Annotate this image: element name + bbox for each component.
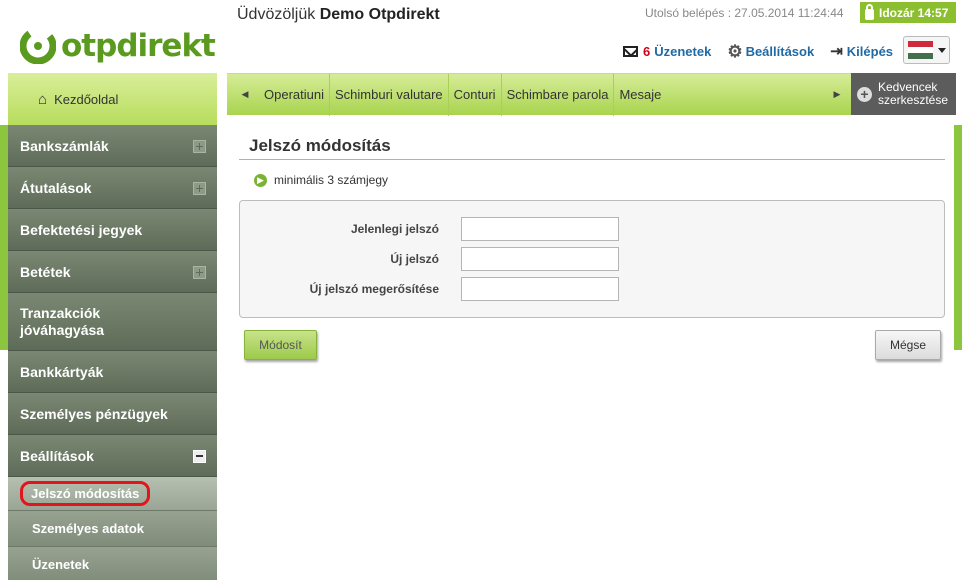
expand-icon[interactable] (193, 139, 206, 153)
confirm-password-label: Új jelszó megerősítése (309, 282, 439, 296)
tab-mesaje[interactable]: Mesaje (614, 74, 666, 116)
nav-item-befektetesi-jegyek[interactable]: Befektetési jegyek (8, 209, 217, 251)
scroll-right-icon[interactable]: ▶ (829, 89, 845, 100)
confirm-password-input[interactable] (461, 277, 619, 301)
messages-link[interactable]: 6 Üzenetek (623, 44, 711, 59)
collapse-icon[interactable] (193, 449, 206, 463)
tab-conturi[interactable]: Conturi (449, 73, 502, 116)
subnav-item-szemelyes-adatok[interactable]: Személyes adatok (8, 511, 217, 547)
scroll-left-icon[interactable]: ◀ (237, 89, 253, 100)
user-name: Demo Otpdirekt (319, 6, 440, 23)
subnav-item-uzenetek[interactable]: Üzenetek (8, 547, 217, 580)
otpdirekt-logo[interactable]: otpdirekt (20, 26, 216, 66)
logout-link[interactable]: ⇥ Kilépés (830, 42, 893, 60)
expand-icon[interactable] (193, 181, 206, 195)
language-selector[interactable] (903, 36, 950, 64)
nav-item-atutalasok[interactable]: Átutalások (8, 167, 217, 209)
left-accent-bar (0, 125, 8, 350)
password-hint: ▶ minimális 3 számjegy (254, 173, 388, 187)
otp-logo-icon (20, 28, 56, 64)
edit-favorites-button[interactable]: + Kedvencek szerkesztése (851, 73, 956, 115)
page-title: Jelszó módosítás (249, 136, 391, 155)
new-password-row: Új jelszó (240, 247, 944, 271)
arrow-right-icon: ▶ (254, 173, 267, 187)
last-login-text: Utolsó belépés : 27.05.2014 11:24:44 (645, 6, 844, 20)
tab-operatiuni[interactable]: Operatiuni (259, 73, 330, 116)
main-navigation: Bankszámlák Átutalások Befektetési jegye… (8, 125, 217, 580)
expand-icon[interactable] (193, 265, 206, 279)
settings-link-label: Beállítások (745, 43, 815, 59)
nav-item-bankkartyak[interactable]: Bankkártyák (8, 351, 217, 393)
gear-icon: ⚙ (727, 41, 743, 61)
confirm-password-row: Új jelszó megerősítése (240, 277, 944, 301)
nav-item-tranzakciok-jovahagyasa[interactable]: Tranzakciók jóváhagyása (8, 293, 217, 351)
new-password-input[interactable] (461, 247, 619, 271)
current-password-label: Jelenlegi jelszó (350, 222, 439, 236)
nav-item-bankszamlak[interactable]: Bankszámlák (8, 125, 217, 167)
logo-text: otpdirekt (61, 28, 216, 64)
hungary-flag-icon (908, 41, 933, 59)
right-accent-bar (954, 125, 962, 350)
session-timer: Idozár 14:57 (860, 2, 956, 23)
tab-schimburi-valutare[interactable]: Schimburi valutare (330, 73, 449, 116)
nav-item-szemelyes-penzugyek[interactable]: Személyes pénzügyek (8, 393, 217, 435)
tab-schimbare-parola[interactable]: Schimbare parola (502, 73, 615, 116)
shortcut-tab-bar: ◀ Operatiuni Schimburi valutare Conturi … (227, 73, 851, 116)
welcome-text: Üdvözöljük Demo Otpdirekt (237, 6, 440, 23)
password-form: Jelenlegi jelszó Új jelszó Új jelszó meg… (239, 200, 945, 318)
current-password-input[interactable] (461, 217, 619, 241)
lock-icon (865, 3, 874, 20)
settings-link[interactable]: ⚙ Beállítások (727, 41, 815, 61)
plus-icon: + (857, 86, 872, 102)
subnav-item-jelszo-modositas[interactable]: Jelszó módosítás (8, 477, 217, 511)
home-link[interactable]: ⌂ Kezdőoldal (8, 73, 217, 125)
envelope-icon (623, 45, 638, 57)
nav-item-betetek[interactable]: Betétek (8, 251, 217, 293)
new-password-label: Új jelszó (390, 252, 439, 266)
home-label: Kezdőoldal (54, 91, 119, 107)
current-password-row: Jelenlegi jelszó (240, 217, 944, 241)
home-icon: ⌂ (38, 90, 48, 108)
nav-item-beallitasok[interactable]: Beállítások (8, 435, 217, 477)
chevron-down-icon (938, 47, 946, 53)
cancel-button[interactable]: Mégse (875, 330, 941, 360)
logout-link-label: Kilépés (846, 43, 894, 59)
logout-icon: ⇥ (830, 43, 843, 60)
modify-button[interactable]: Módosít (244, 330, 317, 360)
messages-count-badge: 6 (643, 43, 651, 59)
messages-link-label: Üzenetek (654, 43, 712, 59)
title-divider (239, 159, 945, 160)
